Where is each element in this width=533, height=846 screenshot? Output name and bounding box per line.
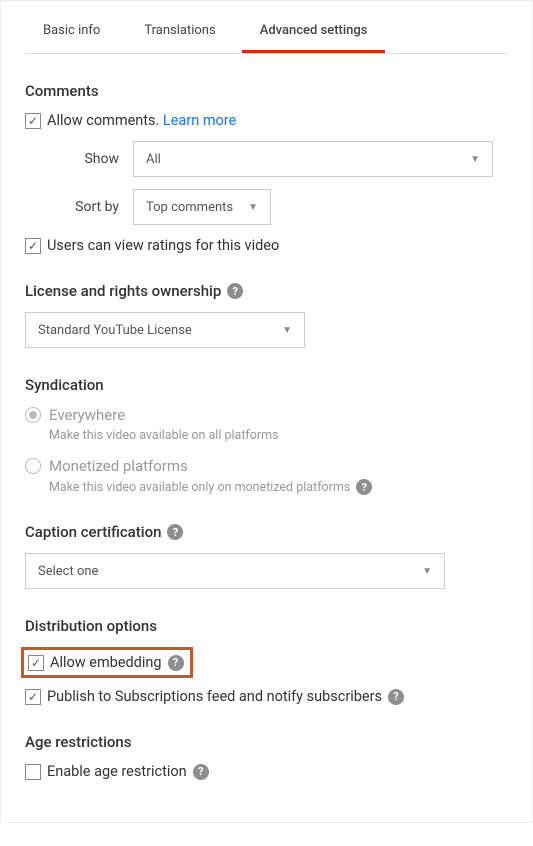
view-ratings-checkbox[interactable] xyxy=(25,238,41,254)
age-section: Age restrictions Enable age restriction … xyxy=(25,733,508,780)
distribution-section: Distribution options Allow embedding ? P… xyxy=(25,617,508,705)
tab-advanced-settings[interactable]: Advanced settings xyxy=(242,11,386,53)
sort-by-value: Top comments xyxy=(146,200,233,215)
license-title: License and rights ownership xyxy=(25,282,221,300)
license-value: Standard YouTube License xyxy=(38,323,192,338)
help-icon[interactable]: ? xyxy=(193,764,209,780)
caption-value: Select one xyxy=(38,564,98,579)
show-label: Show xyxy=(25,151,133,167)
tab-translations[interactable]: Translations xyxy=(126,11,233,53)
publish-feed-checkbox[interactable] xyxy=(25,689,41,705)
allow-comments-checkbox[interactable] xyxy=(25,113,41,129)
syndication-section: Syndication Everywhere Make this video a… xyxy=(25,376,508,495)
chevron-down-icon: ▼ xyxy=(422,566,432,577)
chevron-down-icon: ▼ xyxy=(282,325,292,336)
view-ratings-label: Users can view ratings for this video xyxy=(47,237,279,254)
allow-embedding-checkbox[interactable] xyxy=(28,655,44,671)
monetized-desc: Make this video available only on moneti… xyxy=(49,479,508,495)
tabs: Basic info Translations Advanced setting… xyxy=(25,11,508,54)
help-icon[interactable]: ? xyxy=(167,524,183,540)
allow-comments-label: Allow comments. Learn more xyxy=(47,112,236,129)
chevron-down-icon: ▼ xyxy=(470,154,480,165)
show-value: All xyxy=(146,152,161,167)
caption-select[interactable]: Select one ▼ xyxy=(25,553,445,589)
learn-more-link[interactable]: Learn more xyxy=(163,112,236,129)
monetized-radio[interactable] xyxy=(25,458,41,474)
comments-section: Comments Allow comments. Learn more Show… xyxy=(25,82,508,254)
license-select[interactable]: Standard YouTube License ▼ xyxy=(25,312,305,348)
tab-basic-info[interactable]: Basic info xyxy=(25,11,118,53)
everywhere-label: Everywhere xyxy=(49,406,125,424)
age-restriction-label: Enable age restriction xyxy=(47,763,187,780)
help-icon[interactable]: ? xyxy=(356,479,372,495)
caption-title: Caption certification xyxy=(25,523,161,541)
caption-section: Caption certification ? Select one ▼ xyxy=(25,523,508,589)
allow-embedding-label: Allow embedding xyxy=(50,654,162,671)
comments-title: Comments xyxy=(25,82,508,100)
publish-feed-label: Publish to Subscriptions feed and notify… xyxy=(47,688,382,705)
syndication-title: Syndication xyxy=(25,376,508,394)
everywhere-radio[interactable] xyxy=(25,407,41,423)
everywhere-desc: Make this video available on all platfor… xyxy=(49,428,508,443)
allow-embedding-highlight: Allow embedding ? xyxy=(21,647,193,678)
age-restriction-checkbox[interactable] xyxy=(25,764,41,780)
chevron-down-icon: ▼ xyxy=(248,202,258,213)
sort-by-select[interactable]: Top comments ▼ xyxy=(133,189,271,225)
sort-by-label: Sort by xyxy=(25,199,133,215)
age-title: Age restrictions xyxy=(25,733,508,751)
monetized-label: Monetized platforms xyxy=(49,457,188,475)
license-section: License and rights ownership ? Standard … xyxy=(25,282,508,348)
help-icon[interactable]: ? xyxy=(227,283,243,299)
help-icon[interactable]: ? xyxy=(388,689,404,705)
help-icon[interactable]: ? xyxy=(168,655,184,671)
show-select[interactable]: All ▼ xyxy=(133,141,493,177)
distribution-title: Distribution options xyxy=(25,617,508,635)
